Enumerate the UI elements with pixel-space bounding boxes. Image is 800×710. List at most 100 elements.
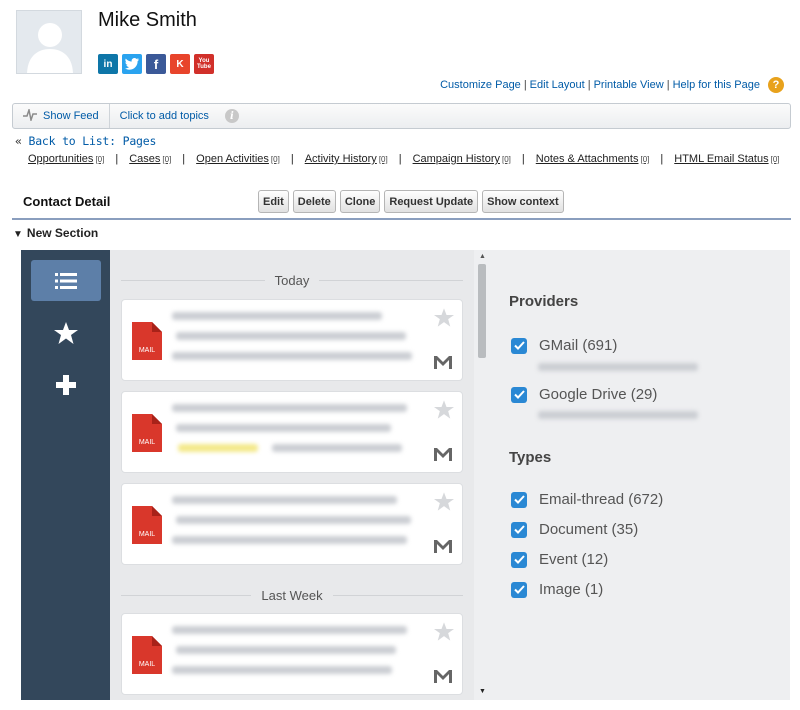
related-link-label[interactable]: Notes & Attachments — [536, 153, 639, 165]
link-separator: | — [587, 79, 591, 91]
filter-document[interactable]: Document (35) — [511, 521, 638, 538]
checkbox-checked-icon[interactable] — [511, 521, 527, 538]
facebook-glyph: f — [153, 56, 159, 72]
printable-view-link[interactable]: Printable View — [594, 79, 664, 91]
help-link[interactable]: Help for this Page — [673, 79, 760, 91]
blurred-meta — [176, 332, 406, 340]
checkbox-checked-icon[interactable] — [511, 551, 527, 568]
section-header[interactable]: ▼ New Section — [13, 226, 98, 240]
delete-button[interactable]: Delete — [292, 190, 336, 213]
detail-buttons: Edit Delete Clone Request Update Show co… — [258, 190, 564, 213]
show-feed-label: Show Feed — [43, 110, 99, 122]
related-link-open-activities[interactable]: Open Activities [0] — [196, 153, 280, 165]
blurred-snippet — [272, 444, 402, 452]
related-link-campaign-history[interactable]: Campaign History [0] — [413, 153, 511, 165]
filter-image[interactable]: Image (1) — [511, 581, 603, 598]
scroll-up-arrow-icon[interactable]: ▲ — [479, 253, 486, 260]
widget-left-nav — [21, 250, 110, 700]
favorites-button[interactable] — [31, 312, 101, 353]
customize-page-link[interactable]: Customize Page — [440, 79, 521, 91]
linkedin-glyph: in — [103, 58, 113, 70]
add-topics-link[interactable]: Click to add topics — [110, 110, 219, 122]
show-context-button[interactable]: Show context — [482, 190, 564, 213]
day-label: Last Week — [261, 587, 323, 603]
feed-item[interactable]: MAIL — [121, 613, 463, 695]
twitter-icon[interactable] — [122, 54, 142, 74]
linkedin-icon[interactable]: in — [98, 54, 118, 74]
clone-button[interactable]: Clone — [339, 190, 381, 213]
back-to-list-link[interactable]: Back to List: Pages — [28, 134, 156, 148]
edit-layout-link[interactable]: Edit Layout — [530, 79, 585, 91]
related-link-label[interactable]: Campaign History — [413, 153, 500, 165]
related-separator: | — [660, 153, 664, 165]
feed-scrollbar[interactable]: ▲ ▼ — [476, 250, 488, 700]
edit-button[interactable]: Edit — [258, 190, 289, 213]
gmail-icon — [434, 356, 452, 369]
feed-item[interactable]: MAIL — [121, 483, 463, 565]
feed-item[interactable]: MAIL — [121, 299, 463, 381]
star-outline-icon[interactable] — [434, 492, 454, 511]
related-link-label[interactable]: HTML Email Status — [674, 153, 768, 165]
related-link-count: [0] — [95, 155, 105, 164]
providers-heading: Providers — [509, 293, 579, 310]
star-outline-icon[interactable] — [434, 400, 454, 419]
checkbox-checked-icon[interactable] — [511, 337, 527, 354]
related-separator: | — [182, 153, 186, 165]
detail-title: Contact Detail — [23, 194, 111, 209]
gmail-icon — [434, 448, 452, 461]
filter-email-thread[interactable]: Email-thread (672) — [511, 491, 663, 508]
request-update-button[interactable]: Request Update — [384, 190, 479, 213]
related-link-html-email-status[interactable]: HTML Email Status [0] — [674, 153, 779, 165]
filter-google-drive[interactable]: Google Drive (29) — [511, 386, 657, 403]
collapse-triangle-icon[interactable]: ▼ — [13, 229, 23, 240]
mail-file-label: MAIL — [139, 439, 155, 446]
blurred-meta — [176, 424, 391, 432]
related-link-notes-attachments[interactable]: Notes & Attachments [0] — [536, 153, 650, 165]
klout-icon[interactable]: K — [170, 54, 190, 74]
related-link-count: [0] — [162, 155, 172, 164]
related-link-cases[interactable]: Cases [0] — [129, 153, 171, 165]
scroll-down-arrow-icon[interactable]: ▼ — [479, 688, 486, 695]
social-links: in f K You Tube — [98, 54, 214, 74]
blurred-highlight — [178, 444, 258, 452]
list-view-button[interactable] — [31, 260, 101, 301]
related-link-activity-history[interactable]: Activity History [0] — [305, 153, 388, 165]
day-separator: Last Week — [121, 585, 463, 605]
contact-avatar — [16, 10, 82, 74]
mail-file-label: MAIL — [139, 347, 155, 354]
mail-file-icon: MAIL — [132, 414, 162, 452]
star-outline-icon[interactable] — [434, 308, 454, 327]
related-link-opportunities[interactable]: Opportunities [0] — [28, 153, 104, 165]
klout-glyph: K — [176, 58, 184, 70]
star-outline-icon[interactable] — [434, 622, 454, 641]
related-link-label[interactable]: Cases — [129, 153, 160, 165]
page-links: Customize Page | Edit Layout | Printable… — [440, 77, 784, 93]
scroll-thumb[interactable] — [478, 264, 486, 358]
blurred-account — [538, 411, 698, 419]
related-link-label[interactable]: Opportunities — [28, 153, 93, 165]
checkbox-checked-icon[interactable] — [511, 491, 527, 508]
feed-item[interactable]: MAIL — [121, 391, 463, 473]
show-feed-button[interactable]: Show Feed — [13, 104, 110, 128]
related-separator: | — [398, 153, 402, 165]
link-separator: | — [666, 79, 670, 91]
youtube-icon[interactable]: You Tube — [194, 54, 214, 74]
filter-label: Event (12) — [539, 551, 609, 568]
blurred-snippet — [172, 352, 412, 360]
related-link-label[interactable]: Activity History — [305, 153, 377, 165]
filter-event[interactable]: Event (12) — [511, 551, 608, 568]
list-icon — [55, 272, 77, 289]
help-icon[interactable]: ? — [768, 77, 784, 93]
checkbox-checked-icon[interactable] — [511, 386, 527, 403]
activity-feed: Today MAIL MAIL MAIL Last Week MAIL — [110, 250, 474, 700]
add-button[interactable] — [31, 364, 101, 405]
filter-gmail[interactable]: GMail (691) — [511, 337, 617, 354]
filter-label: Document (35) — [539, 521, 639, 538]
related-link-label[interactable]: Open Activities — [196, 153, 269, 165]
checkbox-checked-icon[interactable] — [511, 581, 527, 598]
blurred-meta — [176, 646, 396, 654]
mail-file-icon: MAIL — [132, 322, 162, 360]
info-icon[interactable]: i — [224, 109, 239, 123]
facebook-icon[interactable]: f — [146, 54, 166, 74]
mail-file-label: MAIL — [139, 661, 155, 668]
